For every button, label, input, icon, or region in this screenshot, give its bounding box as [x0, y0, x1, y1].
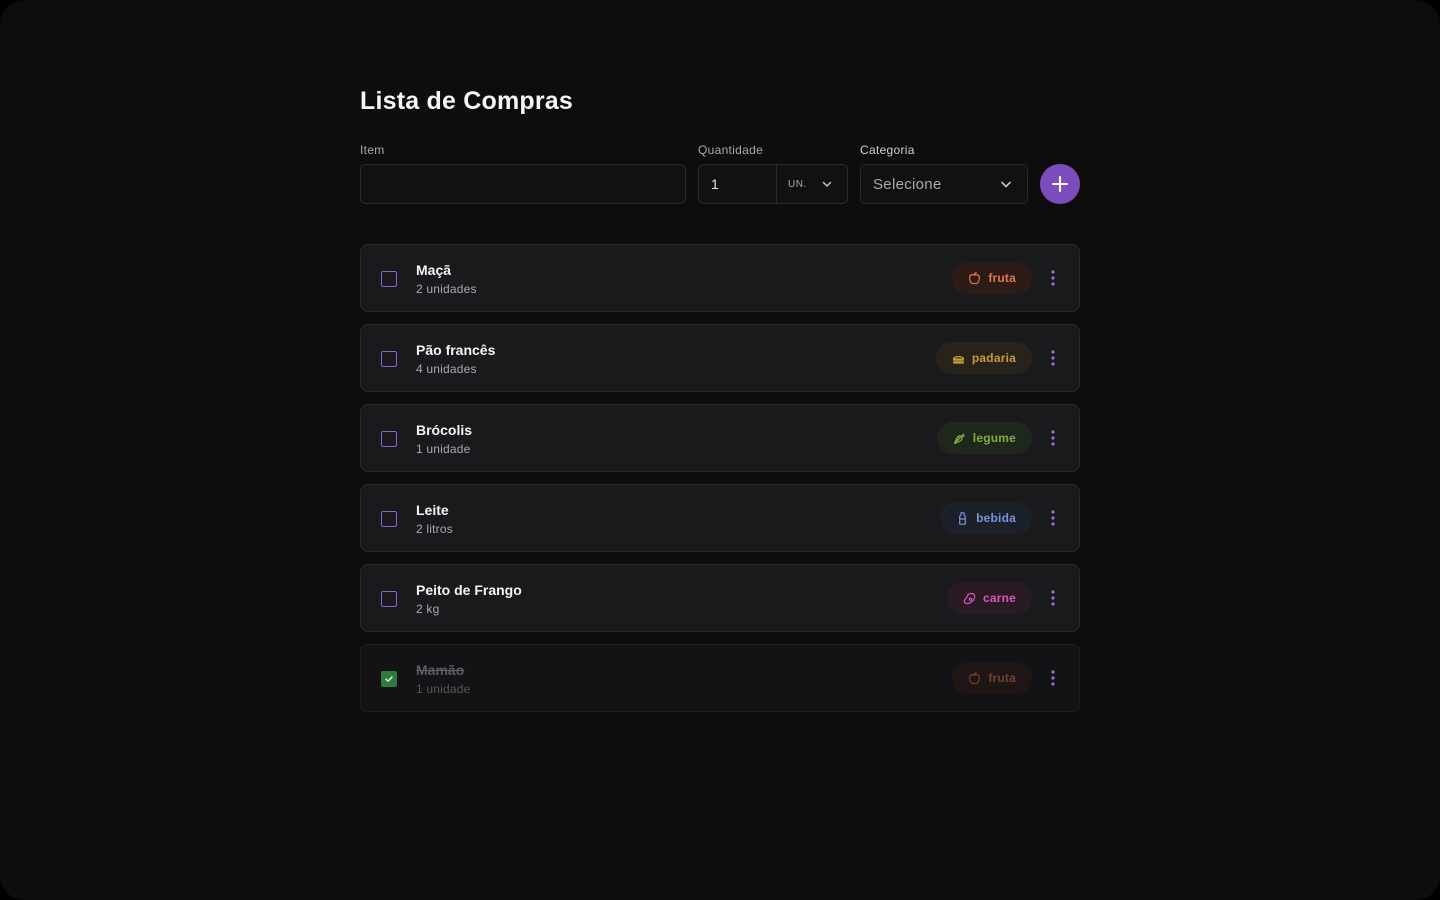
list-item: Peito de Frango 2 kg carne: [360, 564, 1080, 632]
unit-select[interactable]: UN.: [777, 165, 847, 203]
more-vertical-icon: [1051, 270, 1055, 286]
item-name: Brócolis: [416, 422, 473, 438]
plus-icon: [1052, 176, 1068, 192]
item-name: Mamão: [416, 662, 465, 678]
item-quantity: 1 unidade: [416, 682, 471, 696]
category-badge: legume: [936, 422, 1032, 454]
apple-icon: [969, 671, 981, 684]
add-item-button[interactable]: [1040, 164, 1080, 204]
item-label: Item: [360, 143, 385, 157]
quantity-label: Quantidade: [698, 143, 764, 157]
chevron-down-icon: [1001, 181, 1011, 188]
page-title: Lista de Compras: [360, 87, 573, 115]
item-menu-button[interactable]: [1041, 584, 1065, 612]
item-checkbox[interactable]: [381, 511, 397, 527]
category-badge: bebida: [940, 502, 1032, 534]
category-badge-label: fruta: [988, 271, 1016, 285]
beef-icon: [963, 592, 976, 604]
item-checkbox[interactable]: [381, 671, 397, 687]
category-select-value: Selecione: [873, 175, 942, 193]
add-item-form: Item Quantidade 1 UN. Categoria Selecion…: [360, 142, 1080, 204]
category-badge-label: bebida: [976, 511, 1016, 525]
item-quantity: 1 unidade: [416, 442, 471, 456]
item-checkbox[interactable]: [381, 431, 397, 447]
item-name: Peito de Frango: [416, 582, 522, 598]
unit-select-value: UN.: [788, 178, 807, 190]
category-badge: carne: [946, 582, 1032, 614]
sandwich-icon: [952, 355, 965, 364]
app-screen: Lista de Compras Item Quantidade 1 UN. C…: [0, 0, 1440, 900]
category-badge: padaria: [935, 342, 1032, 374]
category-select[interactable]: Selecione: [860, 164, 1028, 204]
item-input[interactable]: [361, 165, 685, 203]
check-icon: [385, 676, 393, 682]
more-vertical-icon: [1051, 590, 1055, 606]
item-name: Leite: [416, 502, 449, 518]
item-quantity: 4 unidades: [416, 362, 477, 376]
quantity-input[interactable]: 1: [699, 165, 777, 203]
item-name: Maçã: [416, 262, 452, 278]
carrot-icon: [953, 432, 965, 444]
more-vertical-icon: [1051, 510, 1055, 526]
chevron-down-icon: [822, 181, 832, 187]
item-name: Pão francês: [416, 342, 496, 358]
item-menu-button[interactable]: [1041, 504, 1065, 532]
list-item: Maçã 2 unidades fruta: [360, 244, 1080, 312]
more-vertical-icon: [1051, 670, 1055, 686]
item-checkbox[interactable]: [381, 591, 397, 607]
item-input-wrapper: [360, 164, 686, 204]
more-vertical-icon: [1051, 430, 1055, 446]
item-menu-button[interactable]: [1041, 264, 1065, 292]
category-badge-label: legume: [972, 431, 1016, 445]
list-item: Pão francês 4 unidades padaria: [360, 324, 1080, 392]
category-badge: fruta: [952, 262, 1032, 294]
category-badge-label: fruta: [988, 671, 1016, 685]
category-badge-label: carne: [982, 591, 1016, 605]
shopping-list-container: Lista de Compras Item Quantidade 1 UN. C…: [360, 86, 1080, 712]
list-item: Mamão 1 unidade fruta: [360, 644, 1080, 712]
category-badge-label: padaria: [971, 351, 1016, 365]
item-checkbox[interactable]: [381, 351, 397, 367]
list-item: Leite 2 litros bebida: [360, 484, 1080, 552]
item-checkbox[interactable]: [381, 271, 397, 287]
item-menu-button[interactable]: [1041, 664, 1065, 692]
milk-icon: [959, 511, 967, 525]
category-badge: fruta: [952, 662, 1032, 694]
apple-icon: [969, 271, 981, 284]
item-quantity: 2 litros: [416, 522, 453, 536]
item-quantity: 2 unidades: [416, 282, 477, 296]
item-menu-button[interactable]: [1041, 344, 1065, 372]
item-quantity: 2 kg: [416, 602, 440, 616]
list-item: Brócolis 1 unidade legume: [360, 404, 1080, 472]
item-menu-button[interactable]: [1041, 424, 1065, 452]
category-label: Categoria: [860, 143, 915, 157]
more-vertical-icon: [1051, 350, 1055, 366]
quantity-field: 1 UN.: [698, 164, 848, 204]
